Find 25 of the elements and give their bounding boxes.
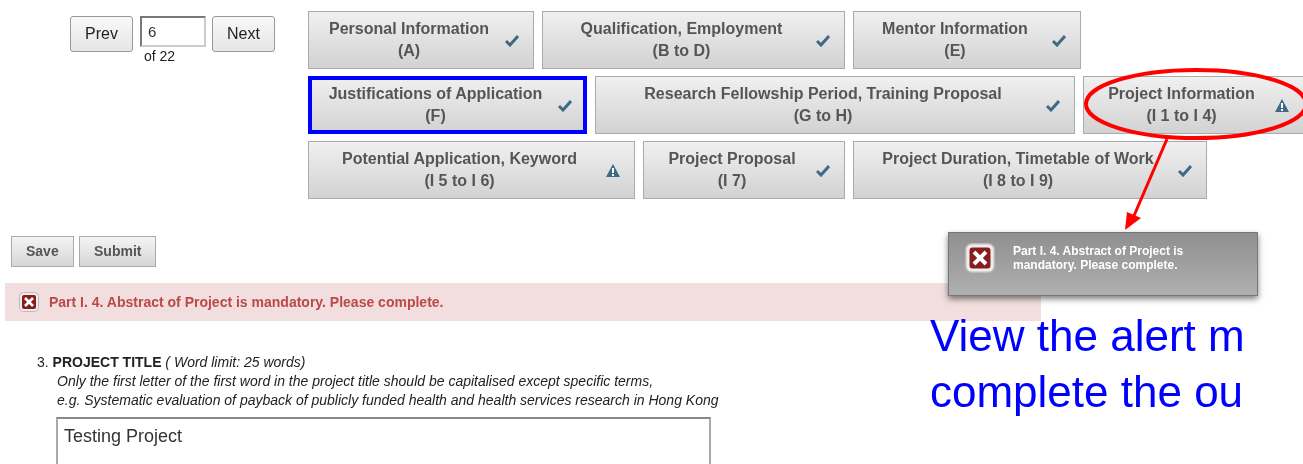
hint-text: Only the first letter of the first word in the project title should be capitalised except specific terms, — [56, 372, 655, 391]
page-count: of 22 — [144, 47, 176, 65]
section-tab[interactable]: Personal Information (A) — [308, 11, 534, 69]
error-icon — [965, 243, 995, 273]
caption-text: View the alert m — [930, 310, 1245, 362]
section-tab[interactable]: Project Duration, Timetable of Work (I 8 to I 9) — [853, 141, 1207, 199]
section-tab[interactable]: Justifications of Application (F) — [308, 76, 587, 134]
hint-text: e.g. Systematic evaluation of payback of publicly funded health and health services research in Hong Kong — [56, 391, 719, 410]
question-heading: 3. PROJECT TITLE ( Word limit: 25 words) — [37, 353, 307, 372]
section-tab[interactable]: Qualification, Employment (B to D) — [542, 11, 845, 69]
toast-message: Part I. 4. Abstract of Project is mandatory. Please complete. — [1013, 243, 1185, 272]
save-button[interactable]: Save — [11, 236, 74, 267]
section-tab[interactable]: Project Proposal (I 7) — [643, 141, 845, 199]
section-tab[interactable]: Project Information (I 1 to I 4) — [1083, 76, 1303, 134]
alert-message: Part I. 4. Abstract of Project is mandatory. Please complete. — [49, 292, 444, 312]
prev-button[interactable]: Prev — [70, 16, 133, 52]
next-button[interactable]: Next — [212, 16, 275, 52]
section-tab[interactable]: Mentor Information (E) — [853, 11, 1081, 69]
section-tab[interactable]: Potential Application, Keyword (I 5 to I 6) — [308, 141, 635, 199]
section-tab[interactable]: Research Fellowship Period, Training Proposal (G to H) — [595, 76, 1075, 134]
caption-text: complete the ou — [930, 366, 1245, 418]
title-field[interactable]: Testing Project — [56, 417, 711, 464]
error-icon — [19, 292, 39, 312]
submit-button[interactable]: Submit — [79, 236, 157, 267]
page-field[interactable]: 6 — [140, 16, 206, 47]
